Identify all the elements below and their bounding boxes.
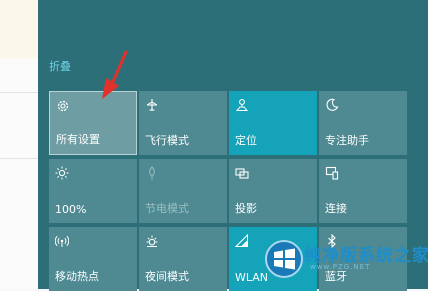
- tile-label: 连接: [325, 202, 347, 215]
- windows-logo-icon: [265, 240, 303, 278]
- night-light-icon: [145, 234, 159, 248]
- tile-label: 投影: [235, 202, 257, 215]
- watermark-url: www.PZG.NET: [310, 263, 371, 271]
- moon-icon: [325, 98, 339, 112]
- battery-saver-icon: [145, 166, 159, 180]
- tile-label: 专注助手: [325, 134, 369, 147]
- divider: [0, 158, 38, 159]
- tile-brightness[interactable]: 100%: [49, 159, 137, 223]
- tile-label: 所有设置: [56, 133, 100, 146]
- tile-all-settings[interactable]: 所有设置: [49, 91, 137, 155]
- divider: [0, 92, 38, 93]
- tile-label: 100%: [55, 203, 87, 216]
- tile-label: 定位: [235, 134, 257, 147]
- tile-label: 节电模式: [145, 202, 189, 215]
- wifi-icon: [235, 234, 249, 248]
- annotation-arrow: [102, 50, 128, 99]
- tile-night-light[interactable]: 夜间模式: [139, 227, 227, 291]
- watermark: 纯净版系统之家 www.PZG.NET: [264, 239, 428, 281]
- tile-label: 夜间模式: [145, 270, 189, 283]
- airplane-icon: [145, 98, 159, 112]
- tile-airplane-mode[interactable]: 飞行模式: [139, 91, 227, 155]
- tile-label: 移动热点: [55, 270, 99, 283]
- connect-icon: [325, 166, 339, 180]
- location-icon: [235, 98, 249, 112]
- tile-mobile-hotspot[interactable]: 移动热点: [49, 227, 137, 291]
- hotspot-icon: [55, 234, 69, 248]
- tile-focus-assist[interactable]: 专注助手: [319, 91, 407, 155]
- tile-project[interactable]: 投影: [229, 159, 317, 223]
- tile-battery-saver[interactable]: 节电模式: [139, 159, 227, 223]
- collapse-link[interactable]: 折叠: [49, 58, 71, 74]
- tile-connect[interactable]: 连接: [319, 159, 407, 223]
- gear-icon: [56, 99, 70, 113]
- background-header-band: [0, 0, 38, 58]
- tile-label: 飞行模式: [145, 134, 189, 147]
- project-icon: [235, 166, 249, 180]
- background-window: [0, 0, 38, 289]
- tile-location[interactable]: 定位: [229, 91, 317, 155]
- brightness-icon: [55, 166, 69, 180]
